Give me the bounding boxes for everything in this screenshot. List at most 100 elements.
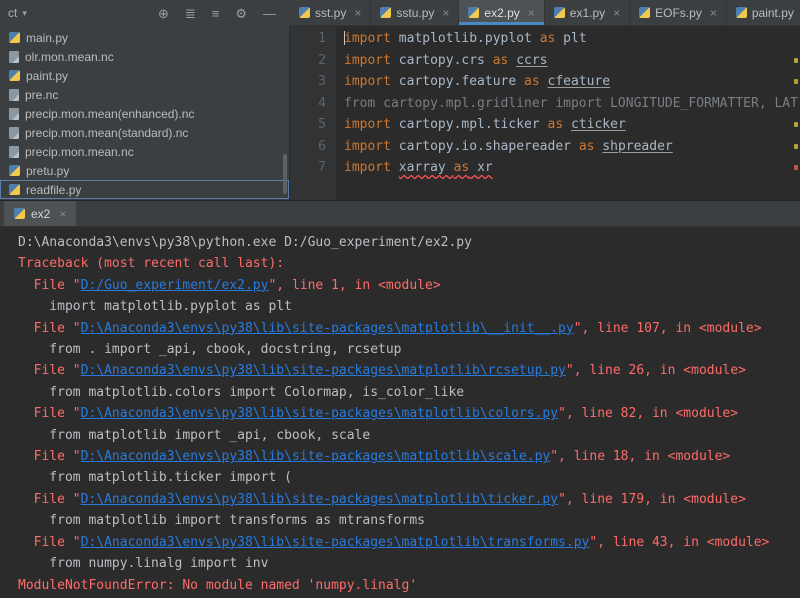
locate-icon[interactable]: ⊕ <box>158 7 169 20</box>
tree-item-precip.mon.mean(enhanced).nc[interactable]: precip.mon.mean(enhanced).nc <box>0 104 289 123</box>
code-token: as <box>579 139 595 154</box>
python-file-icon <box>554 7 565 18</box>
console-text: from matplotlib import transforms as mtr… <box>18 513 425 528</box>
hide-panel-icon[interactable]: — <box>263 7 276 20</box>
console-text: File " <box>18 321 81 336</box>
console-text: File " <box>18 492 81 507</box>
editor-tab-sstu.py[interactable]: sstu.py× <box>371 0 459 25</box>
console-text: from matplotlib.colors import Colormap, … <box>18 385 464 400</box>
warning-stripe-mark[interactable] <box>794 144 798 149</box>
line-number: 5 <box>290 114 326 136</box>
code-token: cartopy.feature <box>391 74 524 89</box>
project-tree: main.py olr.mon.mean.nc paint.py pre.nc prec… <box>0 28 289 199</box>
console-line: File "D:\Anaconda3\envs\py38\lib\site-pa… <box>18 360 800 381</box>
tree-item-olr.mon.mean.nc[interactable]: olr.mon.mean.nc <box>0 47 289 66</box>
tab-label: ex2.py <box>484 6 519 20</box>
file-icon <box>9 108 19 120</box>
code-line-6[interactable]: import cartopy.io.shapereader as shpread… <box>344 136 800 158</box>
close-icon[interactable]: × <box>59 207 66 221</box>
tree-item-pre.nc[interactable]: pre.nc <box>0 85 289 104</box>
code-line-3[interactable]: import cartopy.feature as cfeature <box>344 71 800 93</box>
tab-label: ex1.py <box>570 6 605 20</box>
console-file-link[interactable]: D:\Anaconda3\envs\py38\lib\site-packages… <box>81 406 558 421</box>
console-text: import matplotlib.pyplot as plt <box>18 299 292 314</box>
code-line-2[interactable]: import cartopy.crs as ccrs <box>344 50 800 72</box>
console-file-link[interactable]: D:\Anaconda3\envs\py38\lib\site-packages… <box>81 535 590 550</box>
code-line-1[interactable]: import matplotlib.pyplot as plt <box>344 28 800 50</box>
editor-tab-EOFs.py[interactable]: EOFs.py × <box>630 0 727 25</box>
console-line: Traceback (most recent call last): <box>18 253 800 274</box>
collapse-all-icon[interactable]: ≡ <box>212 7 220 20</box>
main-toolbar: ct ▾ ⊕ ≣ ≡ ⚙ — sst.py×sstu.py× ex2.py × ex1.py ×… <box>0 0 800 26</box>
code-token: xarray <box>399 160 454 175</box>
code-token <box>391 160 399 175</box>
tree-item-paint.py[interactable]: paint.py <box>0 66 289 85</box>
python-file-icon <box>299 7 310 18</box>
ide-window: ct ▾ ⊕ ≣ ≡ ⚙ — sst.py×sstu.py× ex2.py × ex1.py ×… <box>0 0 800 598</box>
console-file-link[interactable]: D:\Anaconda3\envs\py38\lib\site-packages… <box>81 363 566 378</box>
tab-close-icon[interactable]: × <box>442 6 449 20</box>
tree-item-label: main.py <box>26 31 68 45</box>
project-selector[interactable]: ct ▾ <box>0 0 35 26</box>
tree-item-label: precip.mon.mean.nc <box>25 145 134 159</box>
error-stripe-mark[interactable] <box>794 165 798 170</box>
file-icon <box>9 146 19 158</box>
tree-item-pretu.py[interactable]: pretu.py <box>0 161 289 180</box>
line-number: 6 <box>290 136 326 158</box>
console-file-link[interactable]: D:\Anaconda3\envs\py38\lib\site-packages… <box>81 449 551 464</box>
console-text: Traceback (most recent call last): <box>18 256 284 271</box>
warning-stripe-mark[interactable] <box>794 79 798 84</box>
code-line-4[interactable]: from cartopy.mpl.gridliner import LONGIT… <box>344 93 800 115</box>
tree-item-label: paint.py <box>26 69 68 83</box>
python-file-icon <box>736 7 747 18</box>
tree-item-precip.mon.mean.nc[interactable]: precip.mon.mean.nc <box>0 142 289 161</box>
tab-close-icon[interactable]: × <box>710 6 717 20</box>
warning-stripe-mark[interactable] <box>794 58 798 63</box>
console-file-link[interactable]: D:\Anaconda3\envs\py38\lib\site-packages… <box>81 321 574 336</box>
tab-close-icon[interactable]: × <box>613 6 620 20</box>
tab-close-icon[interactable]: × <box>354 6 361 20</box>
file-icon <box>9 127 19 139</box>
project-tree-scrollbar[interactable] <box>283 154 287 194</box>
code-token: import <box>344 117 391 132</box>
tree-item-readfile.py[interactable]: readfile.py <box>0 180 289 199</box>
code-token: import <box>344 31 391 46</box>
console-tab-ex2[interactable]: ex2 × <box>4 201 76 226</box>
console-file-link[interactable]: D:\Anaconda3\envs\py38\lib\site-packages… <box>81 492 558 507</box>
console-line: File "D:\Anaconda3\envs\py38\lib\site-pa… <box>18 446 800 467</box>
tree-item-precip.mon.mean(standard).nc[interactable]: precip.mon.mean(standard).nc <box>0 123 289 142</box>
console-text: from matplotlib import _api, cbook, scal… <box>18 428 370 443</box>
code-token: cartopy.io.shapereader <box>391 139 579 154</box>
project-panel: main.py olr.mon.mean.nc paint.py pre.nc prec… <box>0 26 290 200</box>
tree-item-label: precip.mon.mean(enhanced).nc <box>25 107 194 121</box>
console-line: File "D:\Anaconda3\envs\py38\lib\site-pa… <box>18 318 800 339</box>
console-text: ", line 107, in <module> <box>574 321 762 336</box>
console-line: import matplotlib.pyplot as plt <box>18 296 800 317</box>
line-number: 1 <box>290 28 326 50</box>
console-line: from numpy.linalg import inv <box>18 553 800 574</box>
expand-all-icon[interactable]: ≣ <box>185 7 196 20</box>
code-token: import <box>344 160 391 175</box>
warning-stripe-mark[interactable] <box>794 122 798 127</box>
line-number: 3 <box>290 71 326 93</box>
python-file-icon <box>639 7 650 18</box>
editor-tab-ex1.py[interactable]: ex1.py × <box>545 0 630 25</box>
line-number: 2 <box>290 50 326 72</box>
editor-tab-sst.py[interactable]: sst.py× <box>290 0 371 25</box>
tab-label: EOFs.py <box>655 6 702 20</box>
tab-close-icon[interactable]: × <box>528 6 535 20</box>
tree-item-main.py[interactable]: main.py <box>0 28 289 47</box>
code-token: as <box>454 160 470 175</box>
console-file-link[interactable]: D:/Guo_experiment/ex2.py <box>81 278 269 293</box>
editor-tab-paint.py[interactable]: paint.py× <box>727 0 800 25</box>
code-line-5[interactable]: import cartopy.mpl.ticker as cticker <box>344 114 800 136</box>
editor-code[interactable]: import matplotlib.pyplot as pltimport ca… <box>336 26 800 200</box>
code-line-7[interactable]: import xarray as xr <box>344 157 800 179</box>
editor-tab-ex2.py[interactable]: ex2.py × <box>459 0 544 25</box>
settings-icon[interactable]: ⚙ <box>235 7 247 20</box>
code-token: ccrs <box>516 53 547 68</box>
console-text: ", line 18, in <module> <box>550 449 730 464</box>
console-text: ", line 26, in <module> <box>566 363 746 378</box>
tree-item-label: readfile.py <box>26 183 81 197</box>
console-text: ", line 43, in <module> <box>589 535 769 550</box>
